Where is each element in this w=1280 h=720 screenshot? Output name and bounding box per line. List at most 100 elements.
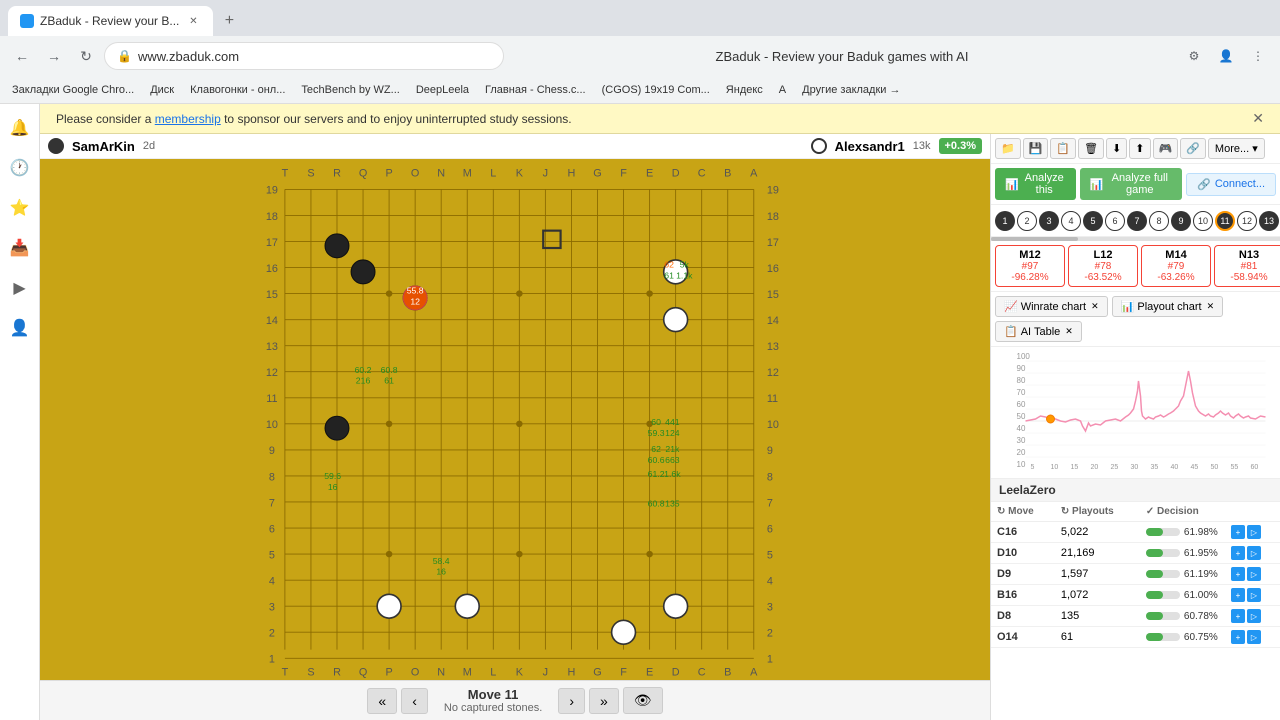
svg-text:10: 10 (266, 419, 278, 431)
sidebar-icon-download[interactable]: 📥 (4, 232, 36, 264)
move-seq-dot-12[interactable]: 12 (1237, 211, 1257, 231)
extensions-button[interactable]: ⚙ (1180, 42, 1208, 70)
view-icon[interactable]: ▷ (1247, 546, 1261, 560)
move-seq-dot-9[interactable]: 9 (1171, 211, 1191, 231)
move-seq-dot-2[interactable]: 2 (1017, 211, 1037, 231)
move-seq-dot-5[interactable]: 5 (1083, 211, 1103, 231)
add-variation-icon[interactable]: + (1231, 609, 1245, 623)
sidebar-icon-notifications[interactable]: 🔔 (4, 112, 36, 144)
next-move-button[interactable]: › (558, 688, 585, 714)
sidebar-icon-play[interactable]: ▶ (4, 272, 36, 304)
move-seq-dot-8[interactable]: 8 (1149, 211, 1169, 231)
move-seq-dot-10[interactable]: 10 (1193, 211, 1213, 231)
winrate-chart-tab[interactable]: 📈 Winrate chart ✕ (995, 296, 1108, 317)
download-button[interactable]: ⬇ (1106, 138, 1127, 159)
table-row[interactable]: D9 1,597 61.19% + ▷ (991, 564, 1280, 585)
bookmark-2[interactable]: Клавогонки - онл... (186, 82, 289, 98)
move-card-1[interactable]: L12 #78 -63.52% (1068, 245, 1138, 287)
move-seq-dot-11[interactable]: 11 (1215, 211, 1235, 231)
bookmark-4[interactable]: DeepLeela (412, 82, 473, 98)
active-tab[interactable]: ZBaduk - Review your B... ✕ (8, 6, 213, 36)
col-header-move[interactable]: ↻ Move (991, 502, 1055, 522)
bookmark-3[interactable]: TechBench by WZ... (297, 82, 403, 98)
menu-button[interactable]: ⋮ (1244, 42, 1272, 70)
svg-text:12: 12 (266, 367, 278, 379)
membership-link[interactable]: membership (155, 112, 221, 126)
playout-tab-close[interactable]: ✕ (1207, 301, 1215, 312)
ai-table-tab[interactable]: 📋 AI Table ✕ (995, 321, 1082, 342)
link-button[interactable]: 🔗 (1180, 138, 1206, 159)
add-variation-icon[interactable]: + (1231, 630, 1245, 644)
reload-button[interactable]: ↻ (72, 42, 100, 70)
sidebar-icon-history[interactable]: 🕐 (4, 152, 36, 184)
move-card-0[interactable]: M12 #97 -96.28% (995, 245, 1065, 287)
svg-text:D: D (672, 167, 680, 179)
ai-table-tab-close[interactable]: ✕ (1065, 326, 1073, 337)
move-seq-dot-1[interactable]: 1 (995, 211, 1015, 231)
bookmark-7[interactable]: Яндекс (722, 82, 767, 98)
add-variation-icon[interactable]: + (1231, 546, 1245, 560)
forward-button[interactable]: → (40, 42, 68, 70)
file-button[interactable]: 📁 (995, 138, 1021, 159)
winrate-tab-close[interactable]: ✕ (1091, 301, 1099, 312)
move-seq-dot-13[interactable]: 13 (1259, 211, 1279, 231)
prev-move-button[interactable]: ‹ (401, 688, 428, 714)
sidebar-icon-favorites[interactable]: ⭐ (4, 192, 36, 224)
bookmark-0[interactable]: Закладки Google Chro... (8, 82, 138, 98)
view-icon[interactable]: ▷ (1247, 609, 1261, 623)
more-button[interactable]: More... ▾ (1208, 138, 1265, 159)
sidebar-icon-profile[interactable]: 👤 (4, 312, 36, 344)
view-icon[interactable]: ▷ (1247, 588, 1261, 602)
view-icon[interactable]: ▷ (1247, 525, 1261, 539)
eye-button[interactable]: 👁 (623, 687, 663, 714)
tab-close-button[interactable]: ✕ (185, 13, 201, 29)
move-seq-dot-3[interactable]: 3 (1039, 211, 1059, 231)
game-button[interactable]: 🎮 (1153, 138, 1179, 159)
move-coord-cell: D9 (991, 564, 1055, 585)
bookmark-5[interactable]: Главная - Chess.c... (481, 82, 590, 98)
view-icon[interactable]: ▷ (1247, 630, 1261, 644)
playout-chart-tab[interactable]: 📊 Playout chart ✕ (1112, 296, 1223, 317)
first-move-button[interactable]: « (367, 688, 397, 714)
table-row[interactable]: D10 21,169 61.95% + ▷ (991, 543, 1280, 564)
connect-button[interactable]: 🔗 Connect... (1186, 173, 1276, 196)
last-move-button[interactable]: » (589, 688, 619, 714)
back-button[interactable]: ← (8, 42, 36, 70)
move-seq-dot-7[interactable]: 7 (1127, 211, 1147, 231)
bookmark-9[interactable]: Другие закладки → (798, 82, 904, 98)
profile-button[interactable]: 👤 (1212, 42, 1240, 70)
bookmark-1[interactable]: Диск (146, 82, 178, 98)
copy-button[interactable]: 📋 (1050, 138, 1076, 159)
go-board-container[interactable]: T S R Q P O N M L K J H G F E (40, 159, 990, 680)
add-variation-icon[interactable]: + (1231, 588, 1245, 602)
new-tab-button[interactable]: + (217, 9, 241, 33)
col-header-playouts[interactable]: ↻ Playouts (1055, 502, 1140, 522)
col-header-decision[interactable]: ✓ Decision (1140, 502, 1225, 522)
banner-close-button[interactable]: ✕ (1252, 110, 1264, 127)
save-button[interactable]: 💾 (1023, 138, 1049, 159)
table-row[interactable]: B16 1,072 61.00% + ▷ (991, 585, 1280, 606)
table-row[interactable]: D8 135 60.78% + ▷ (991, 606, 1280, 627)
add-variation-icon[interactable]: + (1231, 567, 1245, 581)
svg-text:2: 2 (767, 628, 773, 640)
table-row[interactable]: C16 5,022 61.98% + ▷ (991, 522, 1280, 543)
move-card-3[interactable]: N13 #81 -58.94% (1214, 245, 1280, 287)
view-icon[interactable]: ▷ (1247, 567, 1261, 581)
move-card-2[interactable]: M14 #79 -63.26% (1141, 245, 1211, 287)
move-seq-dot-4[interactable]: 4 (1061, 211, 1081, 231)
svg-text:P: P (385, 667, 392, 679)
svg-text:J: J (543, 667, 548, 679)
bookmark-8[interactable]: А (775, 82, 790, 98)
svg-text:17: 17 (767, 237, 779, 249)
add-variation-icon[interactable]: + (1231, 525, 1245, 539)
bookmark-6[interactable]: (CGOS) 19x19 Com... (598, 82, 714, 98)
go-board-svg[interactable]: T S R Q P O N M L K J H G F E (40, 159, 990, 680)
analyze-this-button[interactable]: 📊 Analyze this (995, 168, 1076, 200)
table-row[interactable]: O14 61 60.75% + ▷ (991, 627, 1280, 648)
delete-button[interactable]: 🗑 (1078, 138, 1104, 159)
analyze-full-button[interactable]: 📊 Analyze full game (1080, 168, 1182, 200)
upload-button[interactable]: ⬆ (1129, 138, 1150, 159)
address-bar[interactable]: 🔒 www.zbaduk.com (104, 42, 504, 70)
svg-text:5k: 5k (680, 260, 690, 270)
move-seq-dot-6[interactable]: 6 (1105, 211, 1125, 231)
